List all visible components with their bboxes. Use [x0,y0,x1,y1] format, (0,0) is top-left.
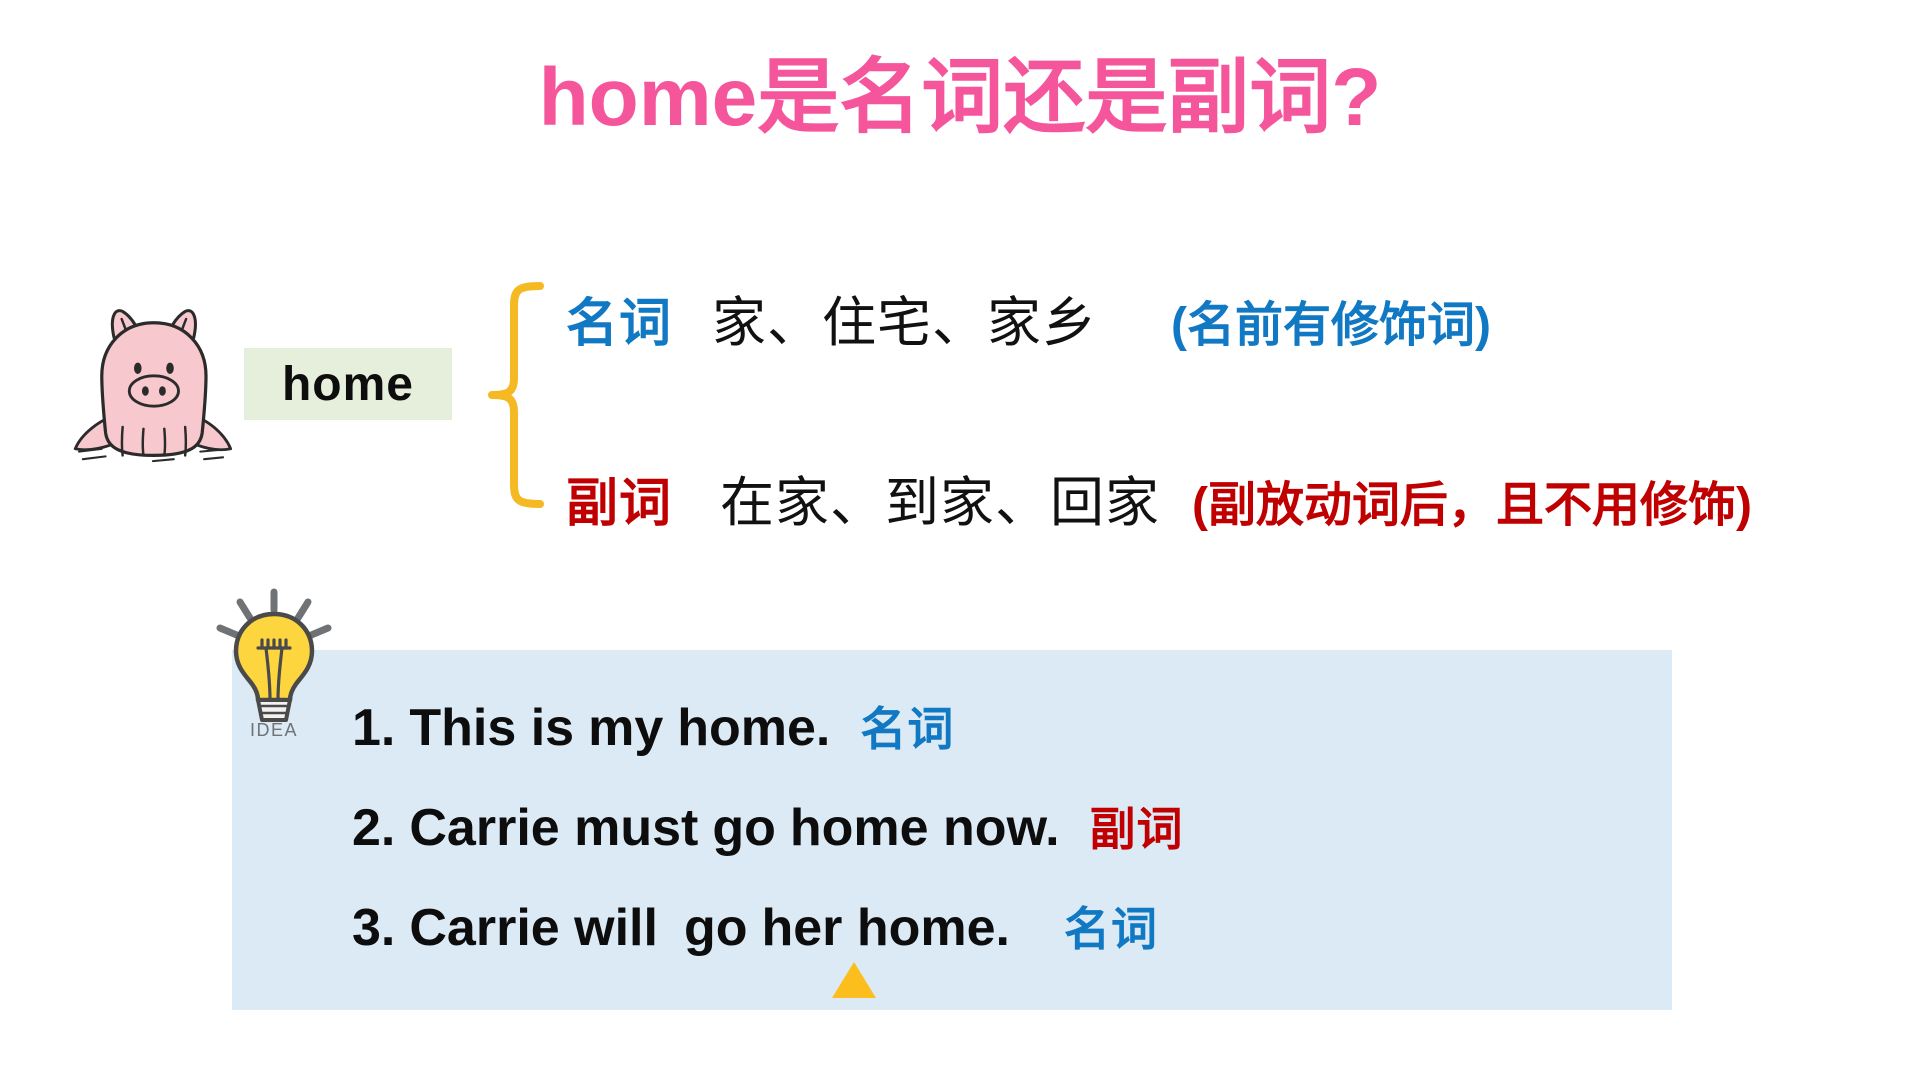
example-line-1: 1. This is my home. 名词 [352,693,954,759]
example-line-2: 2. Carrie must go home now. 副词 [352,793,1184,859]
lightbulb-icon: IDEA [214,588,334,740]
example-line-3: 3. Carrie will go her home. 名词 [352,893,1158,959]
triangle-up-icon [832,962,876,998]
pos-label-noun: 名词 [566,295,673,353]
pos-label-adverb: 副词 [566,475,673,533]
example-3-before: Carrie will [409,899,658,957]
example-3-after: her home. [761,899,1010,957]
note-adverb: (副放动词后，且不用修饰) [1192,479,1752,532]
example-3-underlined: go [683,899,748,957]
example-2-after: home now. [789,799,1060,857]
example-1-after: home. [677,699,831,757]
example-1-before: This is [409,699,575,757]
example-2-tag: 副词 [1089,803,1184,855]
page-title: home是名词还是副词? [538,52,1382,143]
meaning-noun: 家、住宅、家乡 [712,293,1098,353]
example-2-before: Carrie must [409,799,699,857]
example-1-underlined: my [588,699,664,757]
definition-row-noun: 名词 家、住宅、家乡 (名前有修饰词) [566,278,1491,357]
example-2-number: 2. [352,799,396,857]
meaning-adverb: 在家、到家、回家 [720,473,1161,533]
keyword-box-home: home [244,348,452,420]
note-noun: (名前有修饰词) [1171,299,1491,352]
example-3-number: 3. [352,899,396,957]
example-1-tag: 名词 [860,703,955,755]
svg-text:IDEA: IDEA [250,720,298,738]
keyword-label: home [281,357,414,411]
pig-icon [62,292,242,472]
definition-row-adverb: 副词 在家、到家、回家 (副放动词后，且不用修饰) [566,458,1752,537]
example-2-underlined: go [712,799,776,857]
example-3-tag: 名词 [1063,903,1158,955]
example-1-number: 1. [352,699,396,757]
curly-brace-icon [470,280,550,510]
